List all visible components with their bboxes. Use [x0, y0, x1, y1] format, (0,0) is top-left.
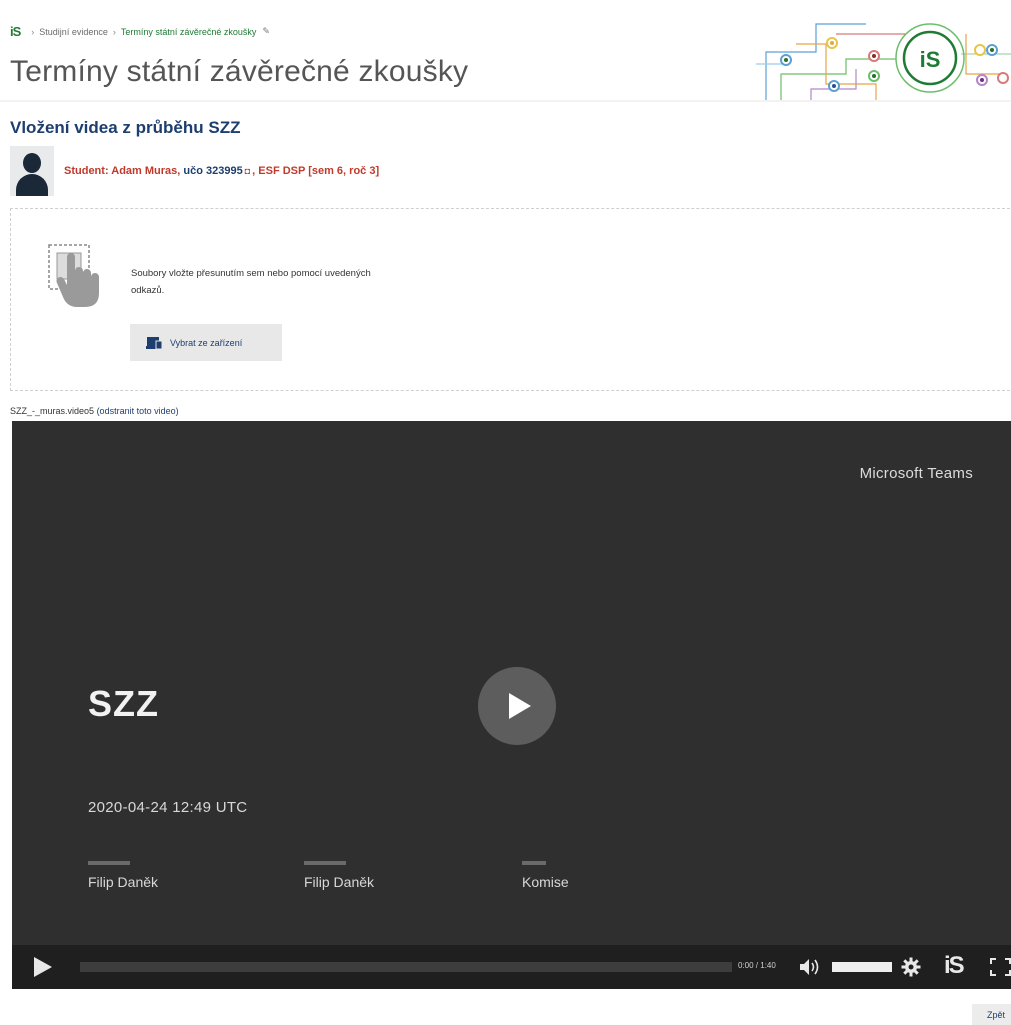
breadcrumb-item-studijni-evidence[interactable]: Studijní evidence	[39, 27, 108, 37]
play-icon	[509, 693, 531, 719]
select-from-device-label: Vybrat ze zařízení	[170, 337, 243, 348]
svg-text:iS: iS	[920, 47, 941, 72]
student-program: , ESF DSP [sem 6, roč 3]	[252, 165, 380, 177]
student-line: Student: Adam Muras, učo 323995 ◘, ESF DS…	[64, 165, 379, 177]
volume-slider[interactable]	[832, 962, 892, 972]
page-title: Termíny státní závěrečné zkoušky	[10, 55, 469, 88]
is-logo[interactable]: iS	[944, 952, 965, 980]
dropzone-instruction: Soubory vložte přesunutím sem nebo pomoc…	[131, 268, 371, 296]
volume-slider-fill	[832, 962, 892, 972]
file-dropzone[interactable]: Soubory vložte přesunutím sem nebo pomoc…	[10, 208, 1011, 391]
video-participant: Komise	[522, 861, 569, 890]
student-uco-link[interactable]: učo 323995	[183, 165, 242, 177]
video-title: SZZ	[88, 683, 159, 724]
student-name: Student: Adam Muras,	[64, 165, 181, 177]
device-icon	[146, 336, 162, 349]
card-icon[interactable]: ◘	[245, 166, 250, 176]
breadcrumb: iS › Studijní evidence › Termíny státní …	[10, 24, 270, 39]
time-display: 0:00 / 1:40	[738, 961, 776, 970]
video-participant: Filip Daněk	[88, 861, 158, 890]
avatar	[10, 146, 54, 196]
remove-video-link[interactable]: (odstranit toto video)	[97, 406, 179, 416]
drag-drop-hand-icon	[48, 244, 99, 307]
breadcrumb-item-terminy-szz[interactable]: Termíny státní závěrečné zkoušky	[121, 27, 257, 37]
student-info: Student: Adam Muras, učo 323995 ◘, ESF DS…	[10, 146, 379, 196]
participant-name: Filip Daněk	[304, 874, 375, 890]
select-from-device-button[interactable]: Vybrat ze zařízení	[130, 324, 282, 361]
breadcrumb-separator: ›	[112, 26, 116, 37]
play-button[interactable]	[34, 957, 52, 977]
back-button[interactable]: Zpět	[972, 1004, 1011, 1025]
pin-icon[interactable]: ✎	[262, 26, 270, 37]
video-participant: Filip Daněk	[304, 861, 374, 890]
participant-name: Filip Daněk	[88, 874, 159, 890]
video-brand: Microsoft Teams	[859, 465, 973, 482]
volume-icon[interactable]	[798, 957, 820, 977]
fullscreen-icon[interactable]	[990, 958, 1011, 976]
participant-name: Komise	[522, 874, 569, 890]
video-controls: 0:00 / 1:40 iS	[12, 945, 1011, 989]
header-divider	[0, 100, 1011, 102]
seek-bar[interactable]	[80, 962, 732, 972]
file-name: SZZ_-_muras.video5	[10, 406, 95, 416]
is-logo-small[interactable]: iS	[10, 24, 21, 39]
uploaded-file-line: SZZ_-_muras.video5 (odstranit toto video…	[10, 406, 179, 416]
section-heading: Vložení videa z průběhu SZZ	[10, 118, 241, 137]
video-player[interactable]: Microsoft Teams SZZ 2020-04-24 12:49 UTC…	[12, 421, 1011, 989]
breadcrumb-separator: ›	[31, 26, 35, 37]
play-overlay-button[interactable]	[478, 667, 556, 745]
settings-gear-icon[interactable]	[901, 957, 921, 977]
video-date: 2020-04-24 12:49 UTC	[88, 799, 248, 816]
header-circuit-decoration: iS	[756, 23, 1011, 102]
